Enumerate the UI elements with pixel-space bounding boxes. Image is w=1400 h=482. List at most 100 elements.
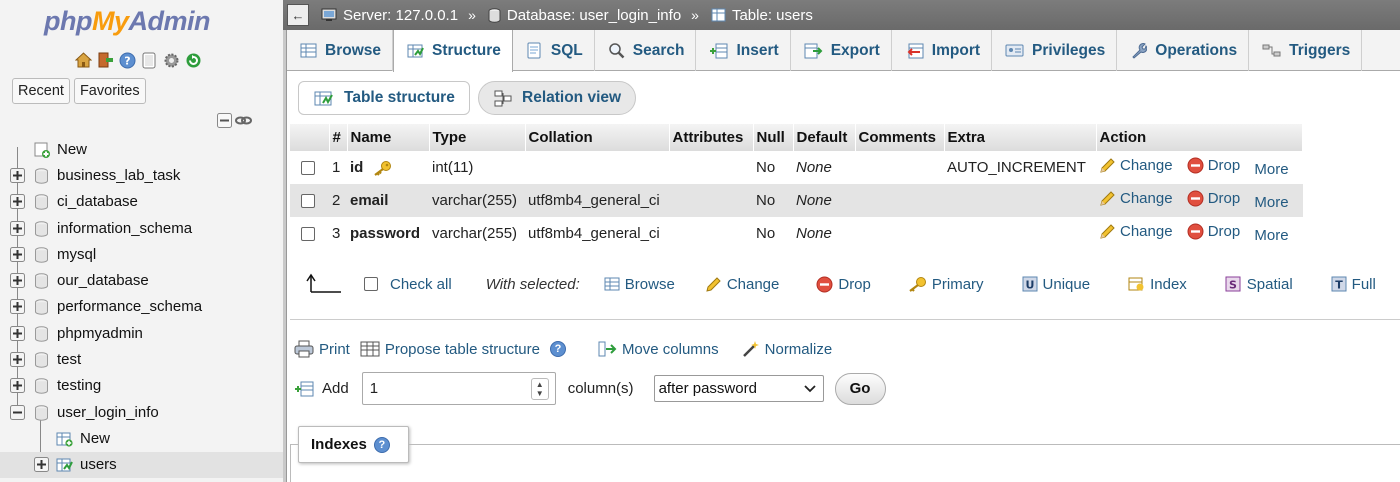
bulk-index-button[interactable]: Index (1128, 276, 1187, 293)
new-database-icon (34, 142, 50, 158)
collapse-icon[interactable] (10, 404, 25, 420)
table-structure-tab[interactable]: Table structure (298, 81, 470, 115)
docs-icon[interactable] (140, 51, 159, 69)
more-button[interactable]: More (1254, 161, 1288, 178)
expand-icon[interactable] (10, 299, 25, 315)
tree-item-mysql[interactable]: mysql (0, 241, 283, 267)
help-icon[interactable]: ? (373, 436, 390, 453)
home-icon[interactable] (74, 51, 93, 69)
tree-item-testing[interactable]: testing (0, 373, 283, 399)
expand-icon[interactable] (10, 273, 25, 289)
column-default: None (796, 159, 832, 176)
reload-icon[interactable] (184, 51, 203, 69)
add-column-icon (295, 381, 314, 396)
logout-icon[interactable] (96, 51, 115, 69)
tree-item-users[interactable]: users (0, 451, 283, 478)
propose-structure-link[interactable]: Propose table structure (360, 340, 540, 358)
relation-view-tab[interactable]: Relation view (478, 81, 636, 115)
phpmyadmin-logo[interactable]: phpMyAdmin (44, 6, 210, 37)
tab-sql[interactable]: SQL (513, 30, 595, 71)
header-comments: Comments (855, 124, 945, 151)
tab-insert[interactable]: Insert (696, 30, 791, 71)
help-icon[interactable]: ? (549, 341, 566, 357)
drop-button[interactable]: Drop (1187, 223, 1240, 240)
expand-icon[interactable] (10, 220, 25, 236)
print-link[interactable]: Print (294, 340, 350, 358)
indexes-legend[interactable]: Indexes ? (298, 426, 409, 463)
expand-icon[interactable] (10, 246, 25, 262)
tree-item-user-login-info[interactable]: user_login_info (0, 399, 283, 425)
favorites-button[interactable]: Favorites (73, 78, 146, 104)
recent-button[interactable]: Recent (12, 78, 70, 104)
header-collation: Collation (525, 124, 670, 151)
help-icon[interactable]: ? (118, 51, 137, 69)
collapse-sidebar-arrow-icon[interactable]: ← (287, 4, 309, 26)
bulk-browse-button[interactable]: Browse (604, 276, 675, 293)
tab-browse[interactable]: Browse (287, 30, 393, 71)
settings-icon[interactable] (162, 51, 181, 69)
drop-button[interactable]: Drop (1187, 190, 1240, 207)
sidebar-resizer[interactable] (283, 0, 287, 482)
tab-triggers[interactable]: Triggers (1249, 30, 1363, 71)
tree-item-ci-database[interactable]: ci_database (0, 189, 283, 215)
tab-export[interactable]: Export (791, 30, 892, 71)
tree-item-our-database[interactable]: our_database (0, 267, 283, 293)
tab-operations[interactable]: Operations (1117, 30, 1250, 71)
tab-structure[interactable]: Structure (393, 30, 513, 72)
more-button[interactable]: More (1254, 227, 1288, 244)
check-all-checkbox[interactable] (364, 277, 378, 291)
tree-item-performance-schema[interactable]: performance_schema (0, 294, 283, 320)
change-button[interactable]: Change (1099, 223, 1173, 240)
breadcrumb-table[interactable]: Table: users (711, 7, 813, 24)
drop-button[interactable]: Drop (1187, 157, 1240, 174)
move-columns-link[interactable]: Move columns (598, 340, 719, 358)
collapse-all-icon[interactable] (217, 113, 232, 132)
expand-icon[interactable] (10, 325, 25, 341)
bulk-drop-button[interactable]: Drop (816, 276, 871, 293)
expand-icon[interactable] (34, 457, 49, 473)
bulk-fulltext-button[interactable]: T Full (1331, 276, 1376, 293)
tree-item-label: user_login_info (57, 403, 159, 421)
bulk-spatial-button[interactable]: S Spatial (1225, 276, 1293, 293)
column-comments (855, 217, 944, 250)
add-column-count-input[interactable]: 1 ▲ ▼ (361, 372, 556, 405)
expand-icon[interactable] (10, 194, 25, 210)
number-spinner[interactable]: ▲ ▼ (530, 377, 549, 400)
expand-icon[interactable] (10, 378, 25, 394)
bulk-primary-button[interactable]: Primary (907, 276, 984, 293)
tree-item-business-lab-task[interactable]: business_lab_task (0, 162, 283, 188)
change-label: Change (1120, 190, 1173, 207)
table-icon (711, 8, 726, 22)
tab-search[interactable]: Search (595, 30, 697, 71)
tree-item-phpmyadmin[interactable]: phpmyadmin (0, 320, 283, 346)
table-row: 3 password varchar(255) utf8mb4_general_… (290, 217, 1303, 250)
tab-privileges[interactable]: Privileges (992, 30, 1118, 71)
go-button[interactable]: Go (834, 372, 886, 405)
column-position-select[interactable]: after password (653, 375, 824, 402)
primary-key-icon (909, 277, 926, 292)
row-checkbox[interactable] (301, 161, 315, 176)
row-checkbox[interactable] (301, 227, 315, 242)
column-extra (944, 184, 1096, 217)
normalize-link[interactable]: Normalize (742, 340, 832, 358)
tree-item-test[interactable]: test (0, 346, 283, 372)
tree-item-new-table[interactable]: New (0, 425, 283, 451)
change-button[interactable]: Change (1099, 157, 1173, 174)
change-button[interactable]: Change (1099, 190, 1173, 207)
link-with-main-icon[interactable] (235, 113, 252, 132)
breadcrumb-server[interactable]: Server: 127.0.0.1 (321, 7, 458, 24)
pencil-icon (706, 276, 721, 292)
breadcrumb-database[interactable]: Database: user_login_info (488, 7, 681, 24)
bulk-change-button[interactable]: Change (705, 276, 779, 293)
expand-icon[interactable] (10, 352, 25, 368)
tab-import[interactable]: Import (892, 30, 993, 71)
database-icon (34, 168, 49, 184)
bulk-unique-button[interactable]: U Unique (1022, 276, 1090, 293)
expand-icon[interactable] (10, 167, 25, 183)
row-checkbox[interactable] (301, 194, 315, 209)
change-label: Change (1120, 157, 1173, 174)
tree-item-new-database[interactable]: New (0, 136, 283, 162)
check-all-label[interactable]: Check all (390, 276, 452, 293)
tree-item-information-schema[interactable]: information_schema (0, 215, 283, 241)
more-button[interactable]: More (1254, 194, 1288, 211)
